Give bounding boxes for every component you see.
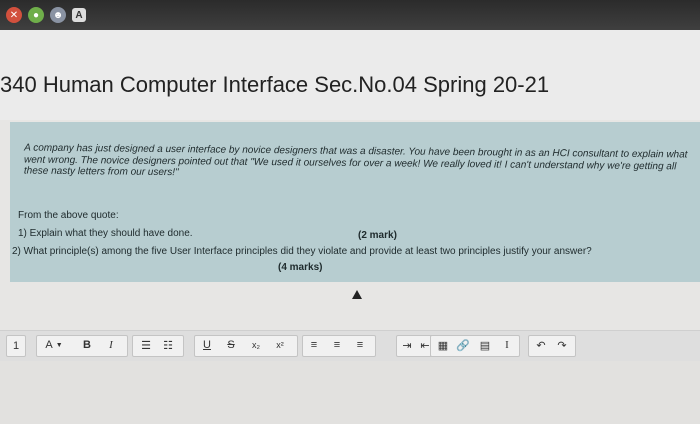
- extension-icon[interactable]: ●: [28, 7, 44, 23]
- image-icon[interactable]: ▦: [434, 335, 452, 355]
- indent-icon[interactable]: ⇥: [398, 335, 416, 355]
- underline-label: U: [203, 339, 211, 351]
- strikethrough-button[interactable]: S: [222, 335, 240, 355]
- mouse-cursor-icon: [352, 290, 362, 299]
- align-center-icon[interactable]: ≡: [328, 335, 346, 355]
- align-right-icon[interactable]: ≡: [351, 335, 369, 355]
- underline-button[interactable]: U: [198, 335, 216, 355]
- browser-top-bar: ✕ ● ☻ A: [0, 0, 700, 30]
- from-quote-label: From the above quote:: [18, 210, 119, 221]
- question-1-marks: (2 mark): [358, 230, 397, 241]
- subscript-button[interactable]: x₂: [246, 335, 266, 355]
- close-circle-icon[interactable]: ✕: [6, 7, 22, 23]
- question-2-marks: (4 marks): [278, 262, 323, 273]
- font-color-button[interactable]: A ▼: [40, 335, 68, 355]
- question-box: A company has just designed a user inter…: [10, 122, 700, 282]
- editor-toolbar: 1 A ▼ B I ☰ ☷ U S x₂ x² ≡ ≡ ≡ ⇥ ⇤ ▦ 🔗 ▤ …: [0, 330, 700, 362]
- ltr-label: I: [505, 339, 509, 351]
- link-icon[interactable]: 🔗: [454, 335, 472, 355]
- superscript-button[interactable]: x²: [270, 335, 290, 355]
- bullet-list-icon[interactable]: ☰: [136, 335, 156, 355]
- question-2: 2) What principle(s) among the five User…: [12, 246, 592, 257]
- chevron-down-icon: ▼: [55, 341, 63, 349]
- editor-area[interactable]: [0, 361, 700, 424]
- page-title: 340 Human Computer Interface Sec.No.04 S…: [0, 72, 550, 97]
- superscript-label: x²: [276, 340, 284, 350]
- bold-button[interactable]: B: [78, 335, 96, 355]
- question-1: 1) Explain what they should have done.: [18, 228, 193, 239]
- numbered-list-icon[interactable]: ☷: [158, 335, 178, 355]
- font-color-label: A: [45, 339, 53, 351]
- paragraph-style-button[interactable]: 1: [6, 335, 26, 357]
- ltr-button[interactable]: I: [498, 335, 516, 355]
- profile-icon[interactable]: ☻: [50, 7, 66, 23]
- align-left-icon[interactable]: ≡: [305, 335, 323, 355]
- italic-button[interactable]: I: [102, 335, 120, 355]
- subscript-label: x₂: [252, 340, 260, 350]
- italic-label: I: [109, 339, 113, 351]
- table-icon[interactable]: ▤: [476, 335, 494, 355]
- question-paragraph: A company has just designed a user inter…: [23, 142, 688, 179]
- paragraph-style-label: 1: [12, 340, 20, 352]
- badge-letter-icon[interactable]: A: [72, 8, 86, 22]
- strikethrough-label: S: [227, 339, 235, 351]
- bold-label: B: [83, 339, 91, 351]
- redo-icon[interactable]: ↷: [553, 335, 571, 355]
- undo-icon[interactable]: ↶: [532, 335, 550, 355]
